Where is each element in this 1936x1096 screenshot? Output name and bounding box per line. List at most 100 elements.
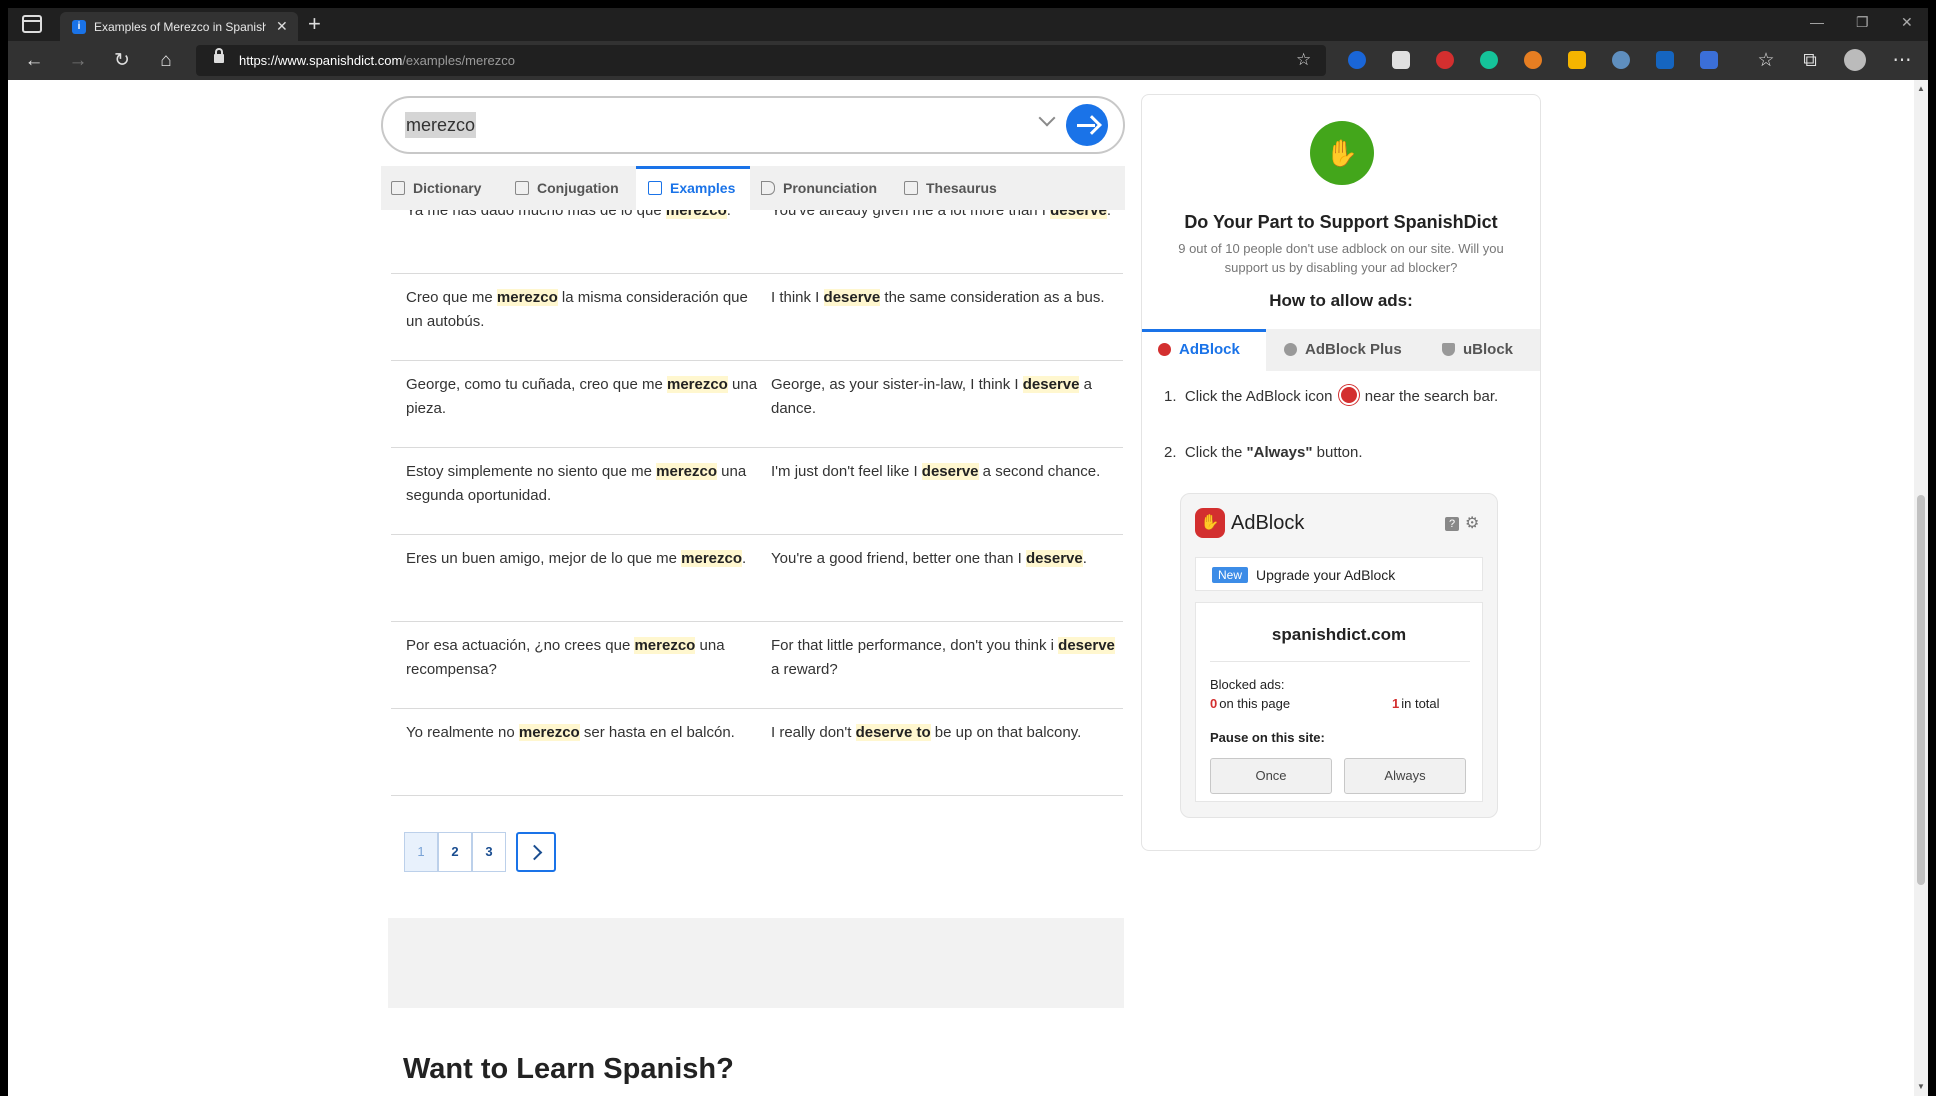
favorite-star-icon[interactable]: ☆ [1296, 50, 1311, 70]
example-row: Ya me has dado mucho más de lo que merez… [391, 210, 1123, 274]
extension-shield-icon[interactable] [1348, 51, 1366, 69]
ublock-shield-icon [1442, 343, 1455, 356]
page-3-button[interactable]: 3 [472, 832, 506, 872]
ad-placeholder [388, 918, 1124, 1008]
tab-ublock[interactable]: uBlock [1442, 329, 1513, 371]
adblock-support-panel: ✋ Do Your Part to Support SpanishDict 9 … [1141, 94, 1541, 851]
example-spanish: Yo realmente no merezco ser hasta en el … [406, 724, 735, 741]
example-row: George, como tu cuñada, creo que me mere… [391, 361, 1123, 448]
example-english: I'm just don't feel like I deserve a sec… [771, 463, 1101, 480]
example-spanish: Ya me has dado mucho más de lo que merez… [406, 210, 766, 223]
url-text[interactable]: https://www.spanishdict.com/examples/mer… [239, 53, 515, 68]
adblock-plus-icon [1284, 343, 1297, 356]
next-page-button[interactable] [516, 832, 556, 872]
adblock-extension-icon[interactable] [1436, 51, 1454, 69]
restore-icon[interactable]: ❐ [1856, 14, 1869, 31]
search-box[interactable]: merezco [381, 96, 1125, 154]
example-english: You've already given me a lot more than … [771, 210, 1123, 223]
grammarly-extension-icon[interactable] [1480, 51, 1498, 69]
tab-title: Examples of Merezco in Spanish [94, 20, 266, 34]
once-button: Once [1210, 758, 1332, 794]
example-row: Creo que me merezco la misma consideraci… [391, 274, 1123, 361]
extension-translate-icon[interactable] [1656, 51, 1674, 69]
example-english: For that little performance, don't you t… [771, 637, 1115, 678]
spanishdict-favicon-icon: i [72, 20, 86, 34]
pause-label: Pause on this site: [1210, 730, 1325, 745]
always-button: Always [1344, 758, 1466, 794]
new-badge: New [1212, 567, 1249, 583]
scroll-up-icon[interactable]: ▲ [1917, 84, 1925, 93]
example-english: I think I deserve the same consideration… [771, 289, 1105, 306]
dictionary-icon [391, 181, 405, 195]
extension-face-icon[interactable] [1524, 51, 1542, 69]
menu-icon[interactable]: ⋯ [1888, 47, 1916, 75]
lock-icon[interactable] [214, 48, 224, 63]
example-english: You're a good friend, better one than I … [771, 550, 1087, 567]
example-spanish: Eres un buen amigo, mejor de lo que me m… [406, 550, 747, 567]
hand-stop-icon: ✋ [1310, 121, 1374, 185]
navigation-bar: ← → ↻ ⌂ https://www.spanishdict.com/exam… [8, 41, 1928, 80]
examples-viewport: Ya me has dado mucho más de lo que merez… [391, 210, 1123, 800]
blocked-in-total: 1 in total [1392, 696, 1440, 711]
close-tab-icon[interactable]: ✕ [276, 18, 288, 35]
site-stats-card: spanishdict.com Blocked ads: 0 on this pa… [1195, 602, 1483, 802]
step-1: 1. Click the AdBlock icon near the searc… [1164, 385, 1524, 409]
adblock-icon [1158, 343, 1171, 356]
close-window-icon[interactable]: ✕ [1901, 14, 1913, 31]
adblock-popup-illustration: ✋ AdBlock ? ⚙ New Upgrade your AdBlock s… [1180, 493, 1498, 818]
page-scrollbar[interactable]: ▲ ▼ [1914, 80, 1928, 1096]
adblock-logo-icon: ✋ [1195, 508, 1225, 538]
example-row: Por esa actuación, ¿no crees que merezco… [391, 622, 1123, 709]
support-description: 9 out of 10 people don't use adblock on … [1178, 241, 1504, 275]
extension-globe-icon[interactable] [1612, 51, 1630, 69]
extension-calendar-icon[interactable] [1700, 51, 1718, 69]
thesaurus-icon [904, 181, 918, 195]
tab-strip: i Examples of Merezco in Spanish ✕ + — ❐… [8, 8, 1928, 41]
step-2: 2. Click the "Always" button. [1164, 444, 1363, 461]
forward-icon[interactable]: → [64, 47, 92, 75]
browser-tab[interactable]: i Examples of Merezco in Spanish ✕ [60, 12, 298, 41]
adblock-stop-icon [1338, 385, 1359, 405]
adblock-name: AdBlock [1231, 512, 1305, 534]
gear-icon: ⚙ [1465, 515, 1480, 532]
back-icon[interactable]: ← [20, 47, 48, 75]
scroll-down-icon[interactable]: ▼ [1917, 1082, 1925, 1091]
learn-spanish-heading: Want to Learn Spanish? [403, 1053, 734, 1085]
example-spanish: Por esa actuación, ¿no crees que merezco… [406, 637, 725, 678]
collections-icon[interactable]: ⧉ [1796, 47, 1824, 75]
upgrade-text: Upgrade your AdBlock [1256, 567, 1396, 583]
page-content: merezco Dictionary Conjugation Examples … [8, 80, 1914, 1096]
speaker-icon [761, 181, 775, 195]
example-spanish: George, como tu cuñada, creo que me mere… [406, 376, 758, 417]
address-bar[interactable]: https://www.spanishdict.com/examples/mer… [196, 45, 1326, 76]
page-2-button[interactable]: 2 [438, 832, 472, 872]
new-tab-icon[interactable]: + [308, 12, 321, 36]
example-spanish: Creo que me merezco la misma consideraci… [406, 289, 748, 330]
chevron-down-icon[interactable] [1038, 109, 1056, 127]
how-to-allow-heading: How to allow ads: [1269, 291, 1413, 310]
upgrade-banner: New Upgrade your AdBlock [1195, 557, 1483, 591]
page-1-button[interactable]: 1 [404, 832, 438, 872]
conjugation-icon [515, 181, 529, 195]
tab-adblock[interactable]: AdBlock [1142, 329, 1266, 371]
favorites-icon[interactable]: ☆ [1752, 47, 1780, 75]
search-input[interactable]: merezco [405, 112, 477, 138]
help-icon: ? [1445, 517, 1459, 531]
tab-adblock-plus[interactable]: AdBlock Plus [1284, 329, 1402, 371]
profile-icon[interactable] [1844, 49, 1866, 71]
extension-play-icon[interactable] [1392, 51, 1410, 69]
home-icon[interactable]: ⌂ [152, 47, 180, 75]
divider [1210, 661, 1470, 662]
blocked-ads-label: Blocked ads: [1210, 677, 1285, 692]
search-submit-button[interactable] [1066, 104, 1108, 146]
example-english: George, as your sister-in-law, I think I… [771, 376, 1092, 417]
blocked-on-page: 0 on this page [1210, 696, 1291, 711]
extension-folder-icon[interactable] [1568, 51, 1586, 69]
refresh-icon[interactable]: ↻ [108, 47, 136, 75]
minimize-icon[interactable]: — [1810, 14, 1824, 30]
example-row: Yo realmente no merezco ser hasta en el … [391, 709, 1123, 796]
scroll-thumb[interactable] [1917, 495, 1925, 885]
adblocker-tabs: AdBlock AdBlock Plus uBlock [1142, 329, 1540, 371]
example-row: Estoy simplemente no siento que me merez… [391, 448, 1123, 535]
sidebar-toggle-icon[interactable] [22, 15, 42, 33]
